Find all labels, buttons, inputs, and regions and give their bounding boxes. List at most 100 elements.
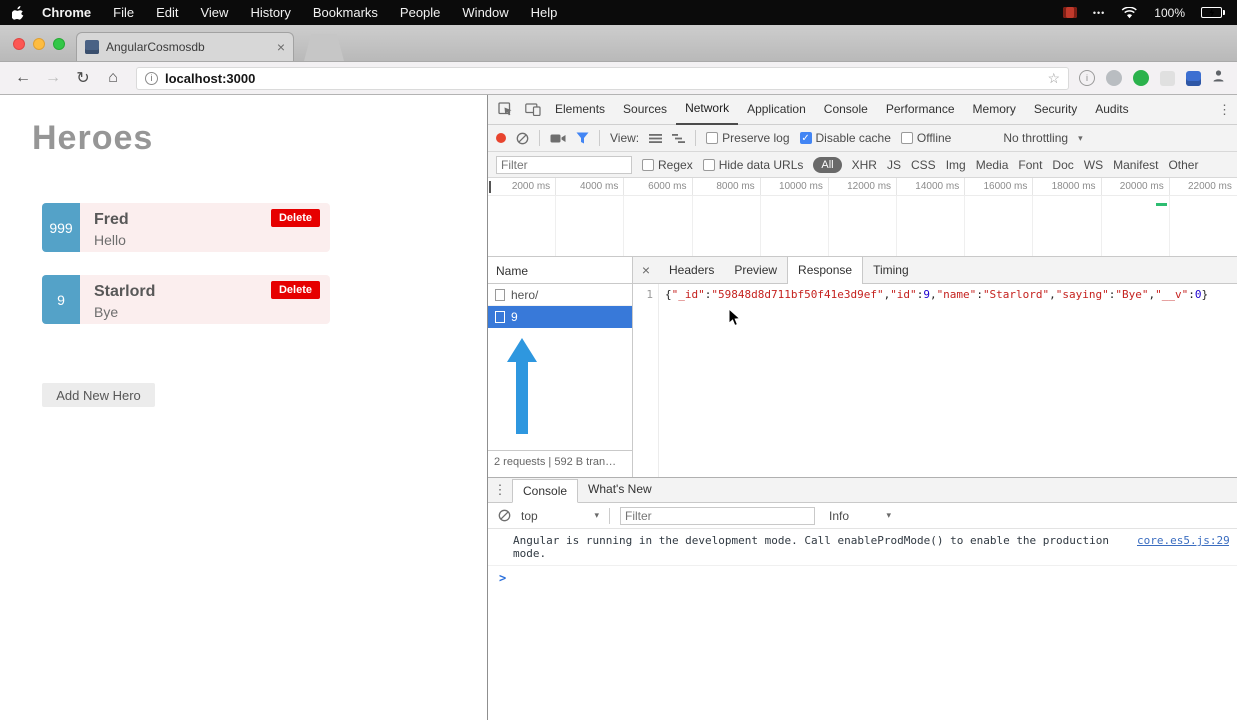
hero-list-item[interactable]: 999 Fred Hello Delete — [42, 203, 330, 252]
inspect-element-icon[interactable] — [492, 100, 519, 119]
request-row-hero[interactable]: hero/ — [488, 284, 632, 306]
tab-timing[interactable]: Timing — [863, 257, 919, 284]
menubar-app-name[interactable]: Chrome — [42, 5, 91, 20]
tab-audits[interactable]: Audits — [1086, 95, 1137, 125]
checkbox-icon[interactable] — [706, 132, 719, 144]
delete-hero-button[interactable]: Delete — [270, 281, 320, 299]
record-button[interactable] — [496, 133, 506, 143]
console-filter-input[interactable] — [620, 506, 815, 525]
site-info-icon[interactable]: i — [145, 71, 158, 85]
tab-security[interactable]: Security — [1025, 95, 1086, 125]
forward-button[interactable]: → — [40, 69, 66, 87]
battery-icon[interactable] — [1201, 7, 1225, 18]
drawer-menu-icon[interactable]: ⋮ — [488, 482, 512, 498]
tab-response[interactable]: Response — [787, 256, 864, 284]
new-tab-button[interactable] — [304, 34, 344, 61]
wifi-icon[interactable] — [1121, 6, 1138, 19]
menubar-item-people[interactable]: People — [400, 5, 440, 20]
throttling-dropdown-icon[interactable]: ▾ — [1078, 133, 1083, 144]
url-text[interactable]: localhost:3000 — [165, 71, 1040, 86]
type-filter-ws[interactable]: WS — [1084, 158, 1103, 172]
overview-view-icon[interactable] — [672, 133, 686, 144]
checkbox-icon[interactable] — [702, 158, 715, 171]
apple-icon[interactable] — [12, 5, 24, 20]
browser-tab[interactable]: AngularCosmosdb × — [76, 32, 294, 61]
menubar-item-window[interactable]: Window — [462, 5, 508, 20]
grammarly-icon[interactable] — [1133, 70, 1149, 86]
drawer-tab-whats-new[interactable]: What's New — [578, 478, 662, 502]
checkbox-icon[interactable] — [642, 158, 654, 171]
minimize-window-button[interactable] — [33, 38, 45, 50]
console-source-link[interactable]: core.es5.js:29 — [1137, 534, 1229, 560]
type-filter-font[interactable]: Font — [1018, 158, 1042, 172]
extension-gray-icon[interactable] — [1106, 70, 1122, 86]
menubar-item-view[interactable]: View — [200, 5, 228, 20]
type-filter-manifest[interactable]: Manifest — [1113, 158, 1158, 172]
menubar-item-edit[interactable]: Edit — [156, 5, 178, 20]
clear-icon[interactable] — [516, 132, 529, 145]
tab-console[interactable]: Console — [815, 95, 877, 125]
tab-elements[interactable]: Elements — [546, 95, 614, 125]
disable-cache-checkbox[interactable]: ✓ Disable cache — [799, 131, 891, 145]
devtools-panel: Elements Sources Network Application Con… — [487, 95, 1237, 720]
console-prompt-icon[interactable]: > — [488, 566, 1237, 585]
bookmark-star-icon[interactable]: ☆ — [1047, 70, 1060, 87]
preserve-log-checkbox[interactable]: Preserve log — [706, 131, 790, 145]
request-row-9[interactable]: 9 — [488, 306, 632, 328]
device-toolbar-icon[interactable] — [519, 101, 546, 119]
tab-application[interactable]: Application — [738, 95, 815, 125]
menubar-item-bookmarks[interactable]: Bookmarks — [313, 5, 378, 20]
regex-checkbox[interactable]: Regex — [642, 158, 693, 172]
zoom-window-button[interactable] — [53, 38, 65, 50]
name-column-header[interactable]: Name — [488, 257, 632, 284]
extension-info-icon[interactable]: i — [1079, 70, 1095, 86]
delete-hero-button[interactable]: Delete — [270, 209, 320, 227]
menu-dots-icon[interactable]: ••• — [1093, 8, 1105, 18]
checkbox-icon[interactable] — [900, 132, 913, 144]
tab-performance[interactable]: Performance — [877, 95, 964, 125]
type-filter-other[interactable]: Other — [1168, 158, 1198, 172]
menubar-item-file[interactable]: File — [113, 5, 134, 20]
tab-close-icon[interactable]: × — [277, 39, 285, 55]
network-filter-input[interactable] — [496, 155, 632, 174]
offline-checkbox[interactable]: Offline — [900, 131, 951, 145]
extension-light-icon[interactable] — [1160, 70, 1175, 86]
screen-record-status-icon[interactable] — [1062, 7, 1077, 18]
type-filter-media[interactable]: Media — [976, 158, 1009, 172]
close-window-button[interactable] — [13, 38, 25, 50]
drawer-tab-console[interactable]: Console — [512, 479, 579, 503]
hero-list-item[interactable]: 9 Starlord Bye Delete — [42, 275, 330, 324]
type-filter-doc[interactable]: Doc — [1052, 158, 1073, 172]
reload-button[interactable]: ↻ — [70, 68, 96, 88]
network-overview-waterfall[interactable] — [488, 196, 1237, 257]
tab-preview[interactable]: Preview — [724, 257, 787, 284]
add-new-hero-button[interactable]: Add New Hero — [42, 383, 155, 407]
console-context-select[interactable]: top ▾ — [521, 509, 599, 523]
screenshot-camera-icon[interactable] — [550, 133, 566, 144]
address-bar[interactable]: i localhost:3000 ☆ — [136, 66, 1069, 90]
tab-memory[interactable]: Memory — [964, 95, 1025, 125]
list-view-icon[interactable] — [649, 133, 663, 144]
tab-sources[interactable]: Sources — [614, 95, 676, 125]
hide-data-urls-checkbox[interactable]: Hide data URLs — [702, 158, 803, 172]
menubar-item-help[interactable]: Help — [531, 5, 558, 20]
tab-headers[interactable]: Headers — [659, 257, 724, 284]
profile-icon[interactable] — [1212, 69, 1225, 87]
clear-console-icon[interactable] — [498, 509, 511, 522]
type-filter-xhr[interactable]: XHR — [852, 158, 877, 172]
devtools-menu-icon[interactable]: ⋮ — [1216, 102, 1233, 118]
menubar-item-history[interactable]: History — [250, 5, 290, 20]
type-filter-img[interactable]: Img — [946, 158, 966, 172]
back-button[interactable]: ← — [10, 69, 36, 87]
extension-blue-icon[interactable] — [1186, 70, 1201, 86]
throttling-select[interactable]: No throttling — [1003, 131, 1068, 145]
filter-funnel-icon[interactable] — [576, 132, 589, 144]
checkbox-checked-icon[interactable]: ✓ — [799, 132, 812, 144]
console-level-select[interactable]: Info ▾ — [829, 509, 891, 523]
home-button[interactable]: ⌂ — [100, 69, 126, 87]
close-detail-icon[interactable]: × — [633, 262, 659, 278]
type-filter-js[interactable]: JS — [887, 158, 901, 172]
type-filter-css[interactable]: CSS — [911, 158, 936, 172]
type-filter-all[interactable]: All — [813, 156, 842, 173]
tab-network[interactable]: Network — [676, 95, 739, 125]
